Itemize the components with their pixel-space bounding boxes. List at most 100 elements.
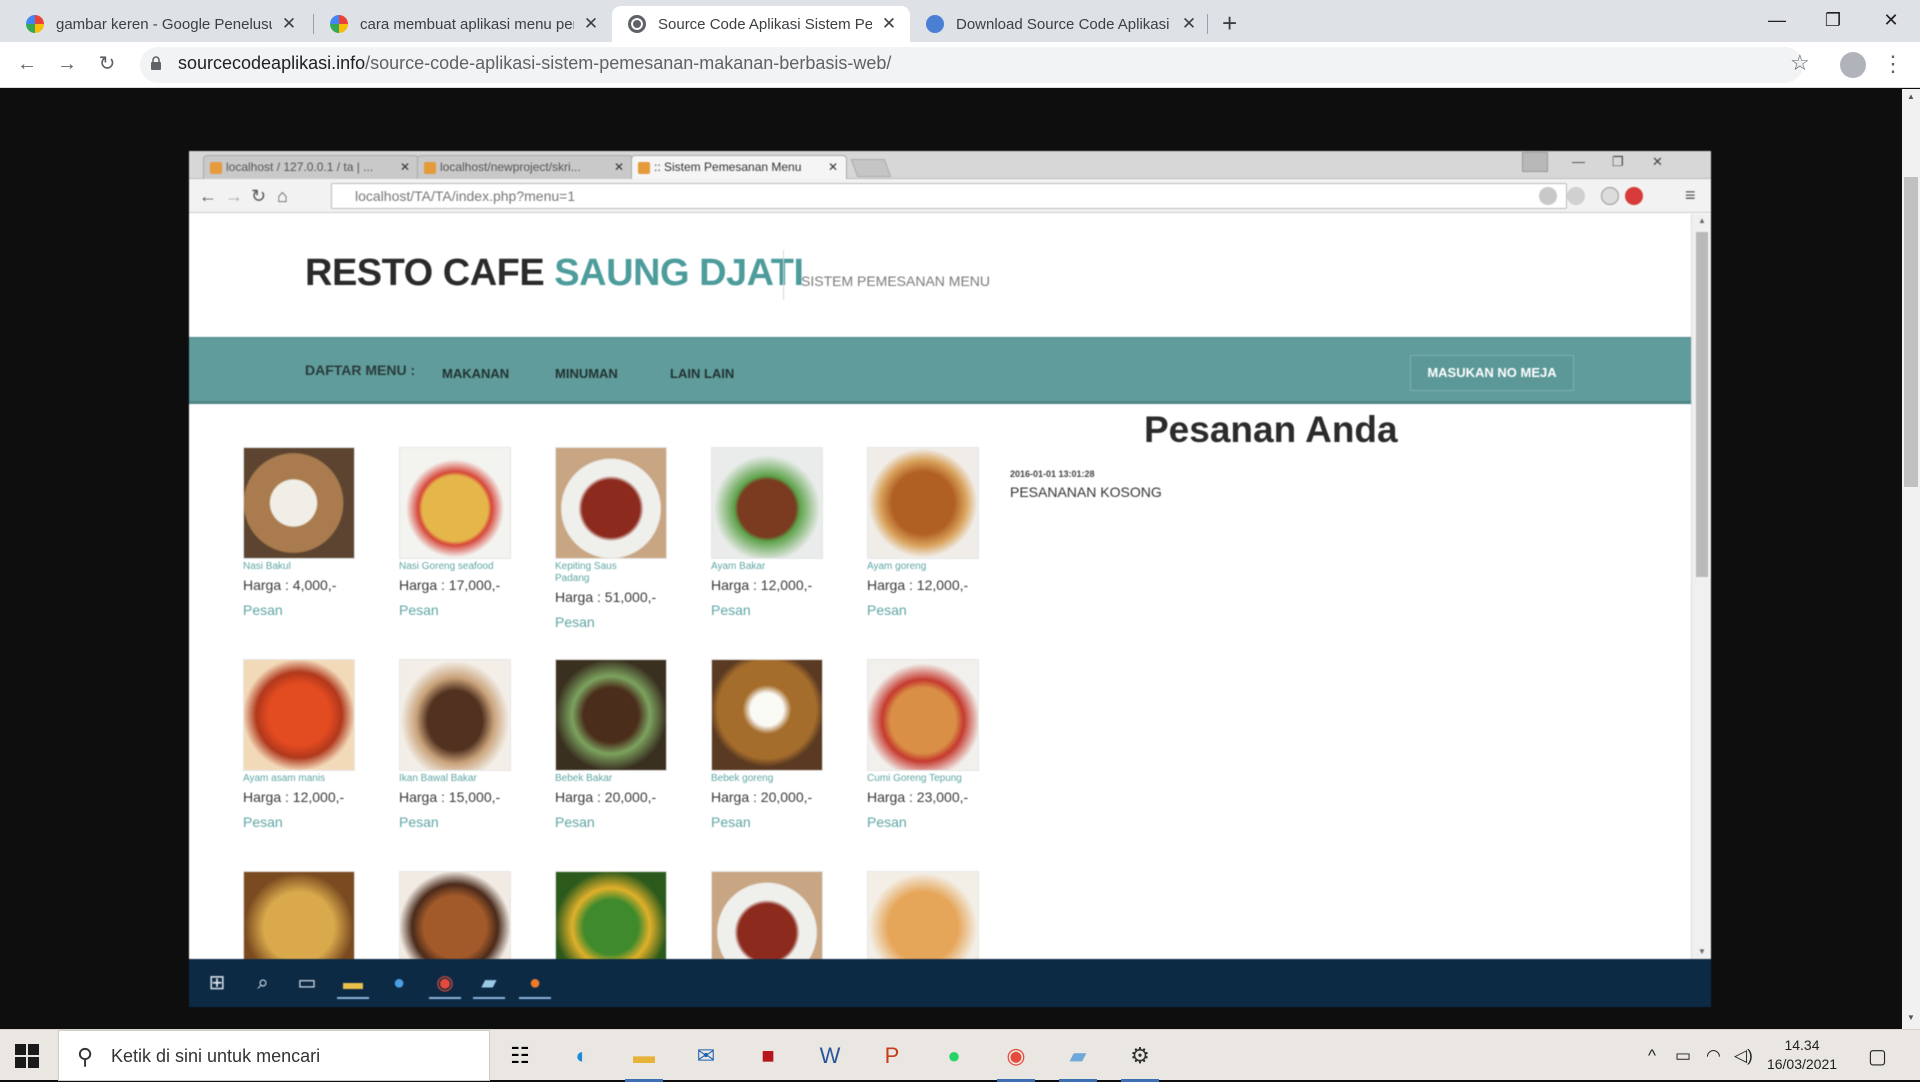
close-window-icon[interactable]: ✕	[1868, 4, 1914, 36]
food-image	[243, 447, 355, 559]
food-price: Harga : 20,000,-	[711, 789, 813, 805]
menu-card: Cumi Goreng Tepung Harga : 23,000,- Pesa…	[867, 659, 979, 830]
powerpoint-icon[interactable]: P	[869, 1036, 915, 1076]
food-price: Harga : 17,000,-	[399, 577, 501, 593]
food-image	[399, 447, 511, 559]
adblock-icon	[1625, 187, 1643, 205]
browser-tab[interactable]: Download Source Code Aplikasi Sistem ✕	[910, 6, 1210, 42]
food-price: Harga : 12,000,-	[867, 577, 969, 593]
food-price: Harga : 15,000,-	[399, 789, 501, 805]
battery-icon[interactable]: ▭	[1675, 1046, 1691, 1066]
inner-tab: localhost/newproject/skri... ✕	[417, 155, 633, 179]
volume-icon[interactable]: ◁)	[1734, 1046, 1753, 1066]
notification-icon[interactable]: ▢	[1868, 1044, 1887, 1069]
user-icon	[1522, 152, 1548, 172]
inner-tab-title: :: Sistem Pemesanan Menu	[654, 160, 802, 174]
windows-start-icon: ⊞	[208, 972, 226, 994]
food-price: Harga : 12,000,-	[711, 577, 813, 593]
order-status: PESANANAN KOSONG	[1010, 484, 1162, 500]
restore-icon[interactable]: ❐	[1810, 4, 1856, 36]
task-view-icon[interactable]: ☷	[497, 1036, 543, 1076]
food-image	[243, 659, 355, 771]
food-name: Bebek goreng	[711, 773, 774, 784]
bookmark-star-icon	[1567, 187, 1585, 205]
food-name: Ikan Bawal Bakar	[399, 773, 477, 784]
translate-icon	[1539, 187, 1557, 205]
app-icon[interactable]: ■	[745, 1036, 791, 1076]
order-link: Pesan	[555, 614, 595, 630]
more-menu-icon[interactable]: ⋮	[1882, 51, 1904, 77]
menu-card: Bebek Bakar Harga : 20,000,- Pesan	[555, 659, 667, 830]
food-name: Bebek Bakar	[555, 773, 613, 784]
browser-tab[interactable]: gambar keren - Google Penelusuran ✕	[10, 6, 310, 42]
scroll-down-icon: ▼	[1698, 947, 1706, 956]
order-link: Pesan	[867, 814, 907, 830]
chrome-icon[interactable]: ◉	[993, 1036, 1039, 1082]
back-icon[interactable]: ←	[12, 49, 42, 79]
firefox-icon: ●	[519, 967, 551, 999]
word-icon[interactable]: W	[807, 1036, 853, 1076]
scrollbar-thumb[interactable]	[1904, 177, 1918, 487]
nav-item-lain-lain: LAIN LAIN	[670, 366, 735, 381]
food-name: Cumi Goreng Tepung	[867, 773, 962, 784]
system-clock[interactable]: 14.34 16/03/2021	[1752, 1036, 1852, 1074]
food-name: Kepiting Saus Padang	[555, 561, 617, 584]
page-scrollbar[interactable]: ▲ ▼	[1902, 89, 1920, 1029]
url-domain: sourcecodeaplikasi.info	[178, 53, 366, 73]
settings-gear-icon[interactable]: ⚙	[1117, 1036, 1163, 1082]
menu-card: Ayam goreng Harga : 12,000,- Pesan	[867, 447, 979, 618]
scroll-down-icon[interactable]: ▼	[1907, 1013, 1915, 1022]
menu-icon: ≡	[1685, 185, 1696, 205]
browser-tab[interactable]: cara membuat aplikasi menu pemesanan ✕	[314, 6, 612, 42]
close-window-icon: ✕	[1652, 154, 1663, 169]
new-tab-icon[interactable]: +	[1222, 8, 1237, 39]
reload-icon[interactable]: ↻	[92, 49, 122, 79]
order-link: Pesan	[243, 602, 283, 618]
globe-icon	[628, 15, 646, 33]
lock-icon	[151, 56, 161, 70]
taskbar-search[interactable]: ⚲ Ketik di sini untuk mencari	[58, 1030, 490, 1081]
close-tab-icon[interactable]: ✕	[1180, 14, 1198, 34]
menu-nav: DAFTAR MENU : MAKANAN MINUMAN LAIN LAIN …	[189, 337, 1691, 404]
search-icon: ⚲	[77, 1044, 94, 1069]
url-text[interactable]: sourcecodeaplikasi.info/source-code-apli…	[178, 53, 891, 74]
forward-icon[interactable]: →	[52, 49, 82, 79]
windows-start-icon[interactable]	[15, 1044, 39, 1068]
mail-icon[interactable]: ✉	[683, 1036, 729, 1076]
inner-new-tab	[850, 159, 892, 177]
nav-item-minuman: MINUMAN	[555, 366, 618, 381]
app-icon[interactable]: ▰	[1055, 1036, 1101, 1082]
close-tab-icon[interactable]: ✕	[582, 14, 600, 34]
tab-title: gambar keren - Google Penelusuran	[56, 15, 272, 33]
order-link: Pesan	[399, 602, 439, 618]
file-explorer-icon: ▬	[337, 967, 369, 999]
scroll-up-icon: ▲	[1698, 216, 1706, 225]
file-explorer-icon[interactable]: ▬	[621, 1036, 667, 1082]
wifi-icon[interactable]: ◠	[1706, 1046, 1721, 1066]
brand-divider	[783, 250, 784, 300]
bookmark-star-icon[interactable]: ☆	[1790, 50, 1810, 76]
tab-separator	[1207, 14, 1208, 34]
search-placeholder: Ketik di sini untuk mencari	[111, 1046, 321, 1066]
clock-time: 14.34	[1784, 1037, 1820, 1053]
food-name: Ayam goreng	[867, 561, 927, 572]
browser-tab-active[interactable]: Source Code Aplikasi Sistem Pemesanan ✕	[612, 6, 910, 42]
scroll-up-icon[interactable]: ▲	[1907, 92, 1915, 101]
app-icon: ▰	[473, 967, 505, 999]
close-tab-icon[interactable]: ✕	[880, 14, 898, 34]
food-image	[711, 447, 823, 559]
search-icon: ⌕	[257, 972, 269, 994]
inner-toolbar: ← → ↻ ⌂ localhost/TA/TA/index.php?menu=1…	[189, 179, 1711, 213]
food-price: Harga : 51,000,-	[555, 589, 657, 605]
close-tab-icon: ✕	[399, 160, 410, 174]
menu-card: Nasi Goreng seafood Harga : 17,000,- Pes…	[399, 447, 511, 618]
google-icon	[330, 15, 348, 33]
profile-avatar-icon[interactable]	[1840, 52, 1866, 78]
tray-chevron-icon[interactable]: ^	[1648, 1046, 1656, 1066]
whatsapp-icon[interactable]: ●	[931, 1036, 977, 1076]
minimize-icon[interactable]: —	[1754, 4, 1800, 36]
close-tab-icon[interactable]: ✕	[280, 14, 298, 34]
page-icon	[424, 162, 436, 174]
order-link: Pesan	[243, 814, 283, 830]
edge-icon[interactable]: ◐	[559, 1036, 605, 1076]
